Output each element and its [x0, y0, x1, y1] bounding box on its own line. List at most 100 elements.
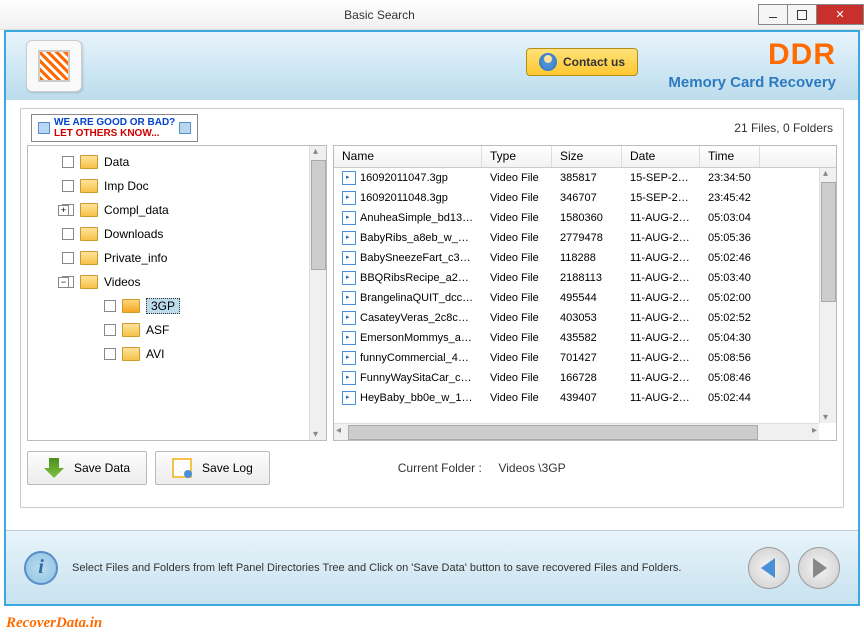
checkbox[interactable] — [104, 324, 116, 336]
tree-label: Videos — [104, 275, 140, 289]
minimize-button[interactable] — [758, 4, 788, 25]
expand-icon[interactable]: + — [58, 205, 69, 216]
file-size: 701427 — [552, 352, 622, 364]
file-date: 11-AUG-2011 — [622, 272, 700, 284]
list-vscroll-thumb[interactable] — [821, 182, 836, 302]
file-time: 05:08:46 — [700, 372, 760, 384]
file-date: 15-SEP-2011 — [622, 172, 700, 184]
file-row[interactable]: HeyBaby_bb0e_w_1.3gpVideo File43940711-A… — [334, 388, 836, 408]
tree-node-asf[interactable]: ASF — [28, 318, 326, 342]
tree-label: Downloads — [104, 227, 163, 241]
checkbox[interactable] — [104, 300, 116, 312]
titlebar: Basic Search — [0, 0, 864, 30]
file-size: 1580360 — [552, 212, 622, 224]
contact-icon — [539, 53, 557, 71]
contact-us-button[interactable]: Contact us — [526, 48, 638, 76]
file-size: 118288 — [552, 252, 622, 264]
tree-scroll-thumb[interactable] — [311, 160, 326, 270]
file-row[interactable]: 16092011047.3gpVideo File38581715-SEP-20… — [334, 168, 836, 188]
thumbs-up-icon — [38, 122, 50, 134]
file-row[interactable]: BrangelinaQUIT_dccc_w_...Video File49554… — [334, 288, 836, 308]
file-time: 05:04:30 — [700, 332, 760, 344]
column-time[interactable]: Time — [700, 146, 760, 167]
file-row[interactable]: FunnyWaySitaCar_cefb_...Video File166728… — [334, 368, 836, 388]
file-name: EmersonMommys_a520_w... — [360, 332, 482, 344]
forward-button[interactable] — [798, 547, 840, 589]
tree-node-compl-data[interactable]: + Compl_data — [28, 198, 326, 222]
contact-label: Contact us — [563, 55, 625, 69]
file-row[interactable]: 16092011048.3gpVideo File34670715-SEP-20… — [334, 188, 836, 208]
tree-label: Compl_data — [104, 203, 169, 217]
checkbox[interactable] — [104, 348, 116, 360]
file-size: 2188113 — [552, 272, 622, 284]
tree-scrollbar[interactable] — [309, 146, 326, 440]
file-size: 435582 — [552, 332, 622, 344]
tree-node-private-info[interactable]: Private_info — [28, 246, 326, 270]
footer-bar: i Select Files and Folders from left Pan… — [6, 530, 858, 604]
file-row[interactable]: BabyRibs_a8eb_w_1.3gpVideo File277947811… — [334, 228, 836, 248]
file-type: Video File — [482, 332, 552, 344]
file-row[interactable]: EmersonMommys_a520_w...Video File4355821… — [334, 328, 836, 348]
file-name: funnyCommercial_4735_w... — [360, 352, 482, 364]
expand-icon[interactable]: − — [58, 277, 69, 288]
header-bar: Contact us DDR Memory Card Recovery — [6, 32, 858, 100]
list-horizontal-scrollbar[interactable] — [334, 423, 819, 440]
back-button[interactable] — [748, 547, 790, 589]
checkbox[interactable] — [62, 156, 74, 168]
file-row[interactable]: CasateyVeras_2c8c_w_1...Video File403053… — [334, 308, 836, 328]
checkbox[interactable] — [62, 252, 74, 264]
checkbox[interactable] — [62, 180, 74, 192]
save-data-button[interactable]: Save Data — [27, 451, 147, 485]
file-date: 11-AUG-2011 — [622, 292, 700, 304]
file-icon — [342, 311, 356, 325]
feedback-badge[interactable]: WE ARE GOOD OR BAD? LET OTHERS KNOW... — [31, 114, 198, 142]
column-date[interactable]: Date — [622, 146, 700, 167]
feedback-line2: LET OTHERS KNOW... — [54, 128, 175, 139]
file-icon — [342, 211, 356, 225]
folder-icon — [122, 299, 140, 313]
column-name[interactable]: Name — [334, 146, 482, 167]
tree-node-videos[interactable]: − Videos — [28, 270, 326, 294]
tree-node-data[interactable]: Data — [28, 150, 326, 174]
list-vertical-scrollbar[interactable] — [819, 168, 836, 423]
file-name: 16092011048.3gp — [360, 192, 448, 204]
list-hscroll-thumb[interactable] — [348, 425, 758, 440]
folder-icon — [80, 155, 98, 169]
file-type: Video File — [482, 212, 552, 224]
file-type: Video File — [482, 192, 552, 204]
file-size: 346707 — [552, 192, 622, 204]
checkbox[interactable] — [62, 228, 74, 240]
tree-label: Data — [104, 155, 129, 169]
save-log-button[interactable]: Save Log — [155, 451, 270, 485]
file-time: 05:03:40 — [700, 272, 760, 284]
save-log-label: Save Log — [202, 461, 253, 475]
list-header: Name Type Size Date Time — [334, 146, 836, 168]
file-size: 495544 — [552, 292, 622, 304]
tree-label: Imp Doc — [104, 179, 149, 193]
file-date: 11-AUG-2011 — [622, 352, 700, 364]
window-title: Basic Search — [0, 8, 759, 22]
close-button[interactable] — [816, 4, 864, 25]
file-icon — [342, 231, 356, 245]
file-icon — [342, 271, 356, 285]
file-name: BBQRibsRecipe_a21d_w_... — [360, 272, 482, 284]
file-date: 11-AUG-2011 — [622, 232, 700, 244]
file-name: CasateyVeras_2c8c_w_1... — [360, 312, 482, 324]
column-size[interactable]: Size — [552, 146, 622, 167]
file-row[interactable]: BBQRibsRecipe_a21d_w_...Video File218811… — [334, 268, 836, 288]
tree-node-avi[interactable]: AVI — [28, 342, 326, 366]
tree-node-downloads[interactable]: Downloads — [28, 222, 326, 246]
file-row[interactable]: funnyCommercial_4735_w...Video File70142… — [334, 348, 836, 368]
tree-label: AVI — [146, 347, 164, 361]
tree-node-3gp[interactable]: 3GP — [28, 294, 326, 318]
column-type[interactable]: Type — [482, 146, 552, 167]
save-icon — [44, 458, 64, 478]
file-time: 05:03:04 — [700, 212, 760, 224]
file-row[interactable]: AnuheaSimple_bd13_w_1...Video File158036… — [334, 208, 836, 228]
log-icon — [172, 458, 192, 478]
maximize-button[interactable] — [787, 4, 817, 25]
tree-node-imp-doc[interactable]: Imp Doc — [28, 174, 326, 198]
file-row[interactable]: BabySneezeFart_c3e2_w...Video File118288… — [334, 248, 836, 268]
file-size: 403053 — [552, 312, 622, 324]
app-icon — [26, 40, 82, 92]
